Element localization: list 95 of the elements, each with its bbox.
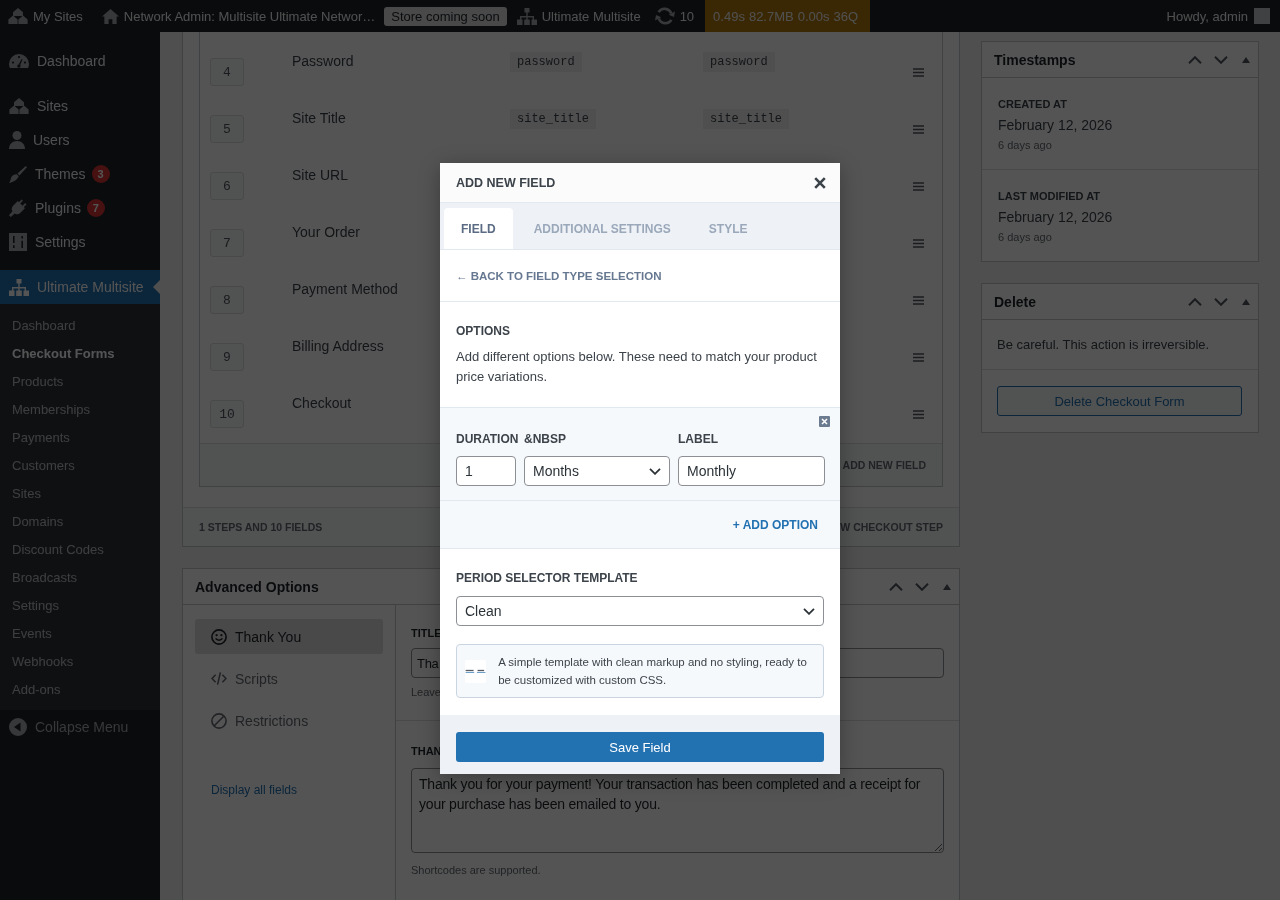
field-name: Password xyxy=(292,52,354,71)
brush-icon xyxy=(9,165,27,183)
home-icon xyxy=(101,8,119,24)
save-field-button[interactable]: Save Field xyxy=(456,732,824,762)
gauge-icon xyxy=(9,54,29,68)
code-icon xyxy=(211,672,227,685)
chevron-up-icon[interactable] xyxy=(1188,297,1202,306)
performance-stats-link[interactable]: 0.49s 82.7MB 0.00s 36Q xyxy=(705,0,871,32)
label-input[interactable]: Monthly xyxy=(678,456,825,486)
remove-icon[interactable] xyxy=(819,416,830,427)
field-code: password xyxy=(510,52,582,72)
dialog-title: ADD NEW FIELD xyxy=(456,175,556,190)
timestamp-label: LAST MODIFIED AT xyxy=(998,189,1101,203)
duration-input[interactable]: 1 xyxy=(456,456,516,486)
field-code: site_title xyxy=(703,109,789,129)
sidebar-item[interactable]: Plugins 7 xyxy=(0,191,160,225)
sidebar-item[interactable]: Dashboard xyxy=(0,44,160,78)
card-title: Timestamps xyxy=(994,51,1076,68)
site-name-link[interactable]: Network Admin: Multisite Ultimate Networ… xyxy=(94,0,383,32)
chevron-up-icon[interactable] xyxy=(889,582,903,591)
field-code: password xyxy=(703,52,775,72)
account-menu[interactable]: Howdy, admin xyxy=(1156,0,1280,32)
my-sites-link[interactable]: My Sites xyxy=(0,0,95,32)
collapse-icon xyxy=(9,718,27,736)
drag-handle-icon[interactable] xyxy=(913,239,924,248)
chevron-down-icon[interactable] xyxy=(1214,55,1228,64)
section-heading: PERIOD SELECTOR TEMPLATE xyxy=(456,571,638,585)
update-count: 3 xyxy=(91,165,110,183)
sitemap-icon xyxy=(9,278,29,296)
message-textarea[interactable]: Thank you for your payment! Your transaction has been completed and a receipt for your purchase has been emailed to you. xyxy=(411,768,944,853)
collapse-toggle-icon[interactable] xyxy=(943,583,951,590)
timestamp-date: February 12, 2026 xyxy=(998,116,1113,135)
plug-icon xyxy=(9,199,27,217)
field-name: Site Title xyxy=(292,109,346,128)
drag-handle-icon[interactable] xyxy=(913,410,924,419)
houses-icon xyxy=(9,98,29,114)
sitemap-icon xyxy=(516,7,537,25)
sidebar-item[interactable]: Sites xyxy=(0,89,160,123)
column-label: DURATION xyxy=(456,432,519,446)
timestamp-date: February 12, 2026 xyxy=(998,208,1113,227)
collapse-toggle-icon[interactable] xyxy=(1242,56,1250,63)
column-label: LABEL xyxy=(678,432,718,446)
chevron-up-icon[interactable] xyxy=(1188,55,1202,64)
delete-form-button[interactable]: Delete Checkout Form xyxy=(997,386,1242,416)
options-nav-item[interactable]: Thank You xyxy=(195,619,383,654)
sidebar-item[interactable]: Settings xyxy=(0,225,160,259)
section-heading: OPTIONS xyxy=(456,324,510,338)
sliders-icon xyxy=(9,233,27,251)
section-description: Add different options below. These need to match your product price variations. xyxy=(456,348,818,386)
drag-handle-icon[interactable] xyxy=(913,182,924,191)
dialog-tab[interactable]: FIELD xyxy=(444,208,513,249)
field-name: Your Order xyxy=(292,223,360,242)
field-name: Checkout xyxy=(292,394,352,413)
chevron-down-icon xyxy=(649,467,661,475)
sidebar-item[interactable]: Ultimate Multisite xyxy=(0,270,160,304)
close-icon[interactable] xyxy=(814,176,826,189)
refresh-icon xyxy=(654,7,675,25)
drag-handle-icon[interactable] xyxy=(913,68,924,77)
prohibited-icon xyxy=(211,712,227,729)
chevron-down-icon[interactable] xyxy=(915,582,929,591)
timestamp-label: CREATED AT xyxy=(998,97,1067,111)
submenu-item[interactable]: Checkout Forms xyxy=(0,339,160,367)
field-name: Payment Method xyxy=(292,280,398,299)
sidebar-item[interactable]: Themes 3 xyxy=(0,157,160,191)
houses-icon xyxy=(8,8,28,24)
delete-warning: Be careful. This action is irreversible. xyxy=(982,320,1258,370)
card-title: Delete xyxy=(994,293,1037,310)
field-name: Billing Address xyxy=(292,337,384,356)
avatar-placeholder xyxy=(1254,8,1270,24)
store-notice: Store coming soon xyxy=(384,6,507,26)
sidebar-item[interactable]: Users xyxy=(0,123,160,157)
card-title: Advanced Options xyxy=(195,578,319,595)
network-link[interactable]: Ultimate Multisite xyxy=(509,0,648,32)
field-name: Site URL xyxy=(292,166,349,185)
field-label: TITLE xyxy=(411,626,442,641)
chevron-down-icon[interactable] xyxy=(1214,297,1228,306)
back-link[interactable]: ← BACK TO FIELD TYPE SELECTION xyxy=(456,269,662,282)
updates-link[interactable]: 10 xyxy=(647,0,702,32)
drag-handle-icon[interactable] xyxy=(913,125,924,134)
drag-handle-icon[interactable] xyxy=(913,353,924,362)
smiley-icon xyxy=(211,628,227,645)
dialog-tab[interactable]: ADDITIONAL SETTINGS xyxy=(516,208,688,249)
field-code: site_title xyxy=(510,109,596,129)
unit-select[interactable]: Months xyxy=(524,456,670,486)
column-label: &NBSP xyxy=(524,432,566,446)
drag-handle-icon[interactable] xyxy=(913,296,924,305)
collapse-toggle-icon[interactable] xyxy=(1242,298,1250,305)
add-option-link[interactable]: + ADD OPTION xyxy=(732,517,818,532)
user-icon xyxy=(9,131,25,149)
update-count: 7 xyxy=(86,199,105,217)
dialog-tab[interactable]: STYLE xyxy=(691,208,765,249)
display-all-fields-link[interactable]: Display all fields xyxy=(211,783,298,797)
chevron-down-icon xyxy=(803,607,815,615)
template-description: A simple template with clean markup and no styling, ready to be customized with custom CSS. xyxy=(498,655,808,688)
template-select[interactable]: Clean xyxy=(456,596,824,626)
